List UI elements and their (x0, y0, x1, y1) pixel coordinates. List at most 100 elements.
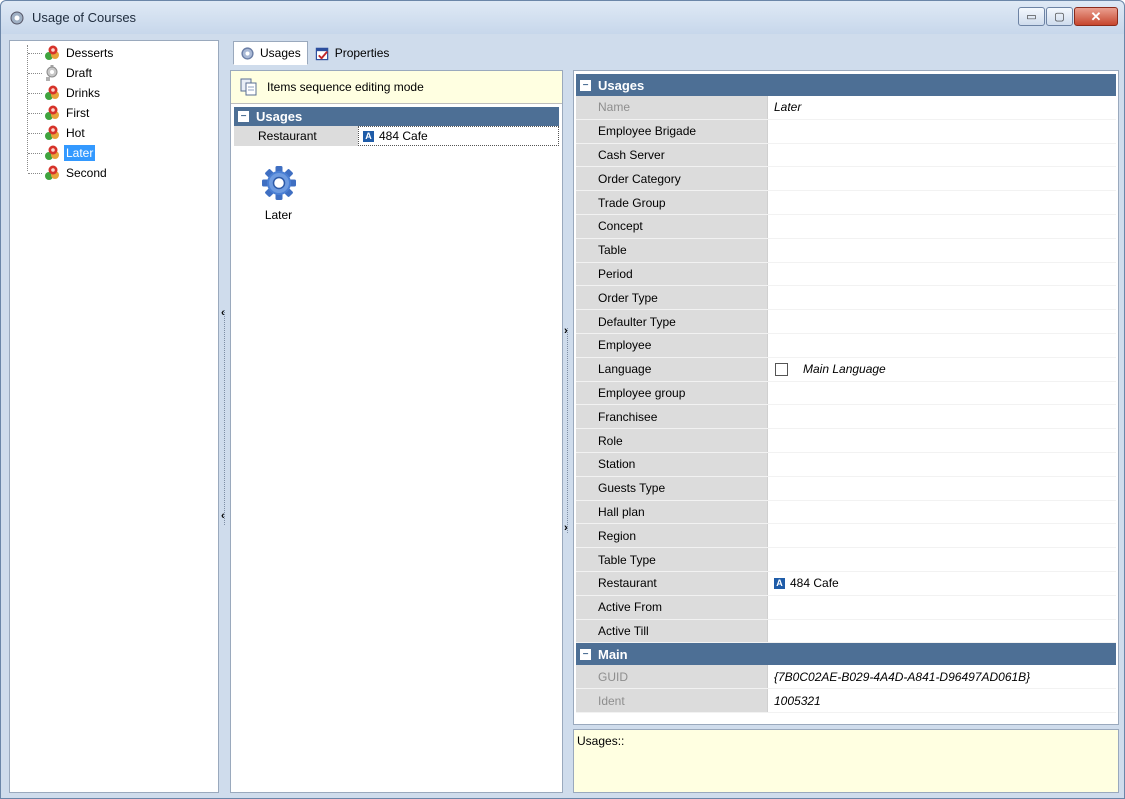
main-window: Usage of Courses ▭ ▢ ✕ Desserts Draft Drin… (0, 0, 1125, 799)
course-icon (45, 145, 59, 160)
property-value[interactable]: A 484 Cafe (768, 572, 1116, 595)
maximize-button[interactable]: ▢ (1046, 7, 1073, 26)
tree-item-draft[interactable]: Draft (10, 63, 218, 83)
collapse-icon[interactable]: − (238, 111, 249, 122)
minimize-button[interactable]: ▭ (1018, 7, 1045, 26)
restaurant-row[interactable]: Restaurant A 484 Cafe (234, 126, 559, 146)
property-row-franchisee[interactable]: Franchisee (576, 405, 1116, 430)
property-key: Franchisee (576, 405, 768, 429)
property-row-cash-server[interactable]: Cash Server (576, 143, 1116, 168)
property-row-active-till[interactable]: Active Till (576, 619, 1116, 644)
restaurant-value[interactable]: A 484 Cafe (358, 126, 559, 146)
tree-item-drinks[interactable]: Drinks (10, 83, 218, 103)
property-value[interactable] (768, 596, 1116, 619)
property-value[interactable] (768, 310, 1116, 333)
collapse-left-arrow-icon[interactable]: ‹ (221, 510, 225, 522)
property-value[interactable] (768, 501, 1116, 524)
property-row-guid[interactable]: GUID {7B0C02AE-B029-4A4D-A841-D96497AD061… (576, 665, 1116, 690)
property-row-region[interactable]: Region (576, 524, 1116, 549)
property-value[interactable] (768, 548, 1116, 571)
property-row-hall-plan[interactable]: Hall plan (576, 500, 1116, 525)
tab-properties[interactable]: Properties (308, 41, 397, 65)
property-value-text: Later (774, 100, 802, 115)
tree-item-hot[interactable]: Hot (10, 123, 218, 143)
property-row-employee-group[interactable]: Employee group (576, 381, 1116, 406)
property-value[interactable] (768, 524, 1116, 547)
property-row-period[interactable]: Period (576, 262, 1116, 287)
property-value[interactable] (768, 477, 1116, 500)
property-value[interactable] (768, 620, 1116, 643)
course-icon (45, 45, 59, 60)
property-row-ident[interactable]: Ident 1005321 (576, 689, 1116, 713)
property-value[interactable] (768, 263, 1116, 286)
sequence-mode-bar[interactable]: Items sequence editing mode (231, 71, 562, 104)
tree-item-first[interactable]: First (10, 103, 218, 123)
property-value[interactable] (768, 429, 1116, 452)
property-value-text: {7B0C02AE-B029-4A4D-A841-D96497AD061B} (774, 669, 1031, 684)
language-checkbox[interactable] (775, 362, 788, 376)
property-row-restaurant[interactable]: Restaurant A 484 Cafe (576, 571, 1116, 596)
property-row-guests-type[interactable]: Guests Type (576, 476, 1116, 501)
property-value[interactable] (768, 382, 1116, 405)
course-tree[interactable]: Desserts Draft Drinks First Hot Later Second (9, 40, 219, 793)
category-usages[interactable]: − Usages (576, 74, 1116, 96)
course-icon (45, 85, 59, 100)
property-value-text: 484 Cafe (790, 576, 839, 591)
category-main[interactable]: − Main (576, 643, 1116, 666)
property-value[interactable] (768, 334, 1116, 357)
property-value[interactable] (768, 191, 1116, 214)
collapse-right-arrow-icon[interactable]: › (564, 522, 568, 534)
tree-item-second[interactable]: Second (10, 163, 218, 183)
course-icon (45, 125, 59, 140)
tree-item-label: Desserts (66, 46, 114, 60)
property-key: Period (576, 262, 768, 286)
property-row-table-type[interactable]: Table Type (576, 548, 1116, 572)
property-row-concept[interactable]: Concept (576, 214, 1116, 239)
property-row-employee[interactable]: Employee (576, 333, 1116, 358)
property-key: Order Category (576, 167, 768, 191)
property-row-defaulter-type[interactable]: Defaulter Type (576, 310, 1116, 334)
property-value[interactable] (768, 215, 1116, 238)
property-row-active-from[interactable]: Active From (576, 595, 1116, 620)
property-row-language[interactable]: Language Main Language (576, 357, 1116, 382)
property-row-role[interactable]: Role (576, 429, 1116, 453)
property-value[interactable]: Later (768, 96, 1116, 119)
collapse-icon[interactable]: − (580, 648, 591, 660)
property-value[interactable]: {7B0C02AE-B029-4A4D-A841-D96497AD061B} (768, 665, 1116, 688)
collapse-right-arrow-icon[interactable]: › (564, 325, 568, 337)
property-row-station[interactable]: Station (576, 452, 1116, 477)
property-value[interactable] (768, 405, 1116, 428)
property-row-order-type[interactable]: Order Type (576, 286, 1116, 311)
row-value: 484 Cafe (379, 129, 428, 143)
title-bar[interactable]: Usage of Courses ▭ ▢ ✕ (1, 1, 1124, 34)
property-row-name[interactable]: Name Later (576, 96, 1116, 120)
category-usages[interactable]: − Usages (234, 107, 559, 126)
property-value[interactable] (768, 144, 1116, 167)
row-key: Restaurant (258, 129, 317, 143)
property-value[interactable]: 1005321 (768, 689, 1116, 712)
property-value[interactable] (768, 120, 1116, 143)
property-value[interactable] (768, 453, 1116, 476)
usage-item[interactable]: Later (251, 163, 306, 222)
tree-item-desserts[interactable]: Desserts (10, 43, 218, 63)
property-key: Concept (576, 214, 768, 238)
property-row-order-category[interactable]: Order Category (576, 167, 1116, 192)
property-row-trade-group[interactable]: Trade Group (576, 191, 1116, 215)
collapse-left-arrow-icon[interactable]: ‹ (221, 307, 225, 319)
property-value[interactable] (768, 286, 1116, 309)
tree-item-label: Drinks (66, 86, 101, 100)
property-value[interactable]: Main Language (768, 358, 1116, 381)
collapse-icon[interactable]: − (580, 79, 591, 91)
property-key: Hall plan (576, 500, 768, 524)
property-key: Name (576, 96, 768, 119)
property-row-employee-brigade[interactable]: Employee Brigade (576, 119, 1116, 144)
close-button[interactable]: ✕ (1074, 7, 1118, 26)
tree-item-later[interactable]: Later (10, 143, 218, 163)
tab-usages[interactable]: Usages (233, 41, 308, 65)
middle-splitter[interactable]: › › (563, 70, 573, 793)
property-value[interactable] (768, 239, 1116, 262)
course-gray-icon (46, 65, 58, 81)
property-key: Language (576, 357, 768, 381)
property-value[interactable] (768, 167, 1116, 190)
property-row-table[interactable]: Table (576, 238, 1116, 263)
